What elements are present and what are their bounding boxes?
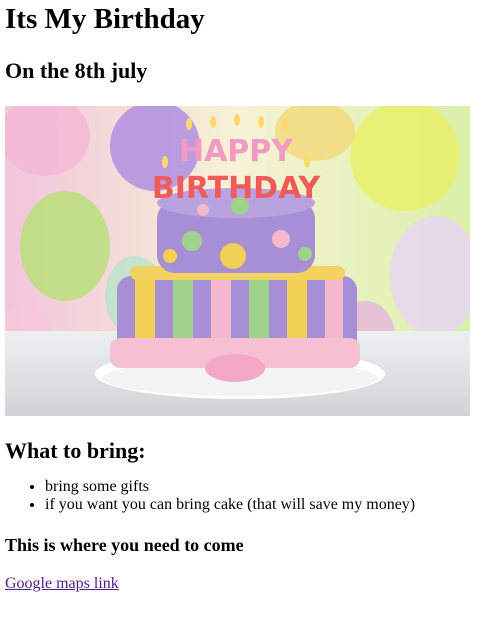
bring-list: bring some gifts if you want you can bri… [5,478,477,514]
cake-candle-text-happy: HAPPY [179,134,294,169]
google-maps-link[interactable]: Google maps link [5,575,119,593]
page-title: Its My Birthday [5,3,205,35]
list-item: bring some gifts [45,478,477,496]
date-subtitle: On the 8th july [5,58,148,83]
cake-candle-text-birthday: BIRTHDAY [152,171,322,206]
page-content: Its My Birthday On the 8th july HAPPY BI… [0,0,482,593]
birthday-cake-image: HAPPY BIRTHDAY [5,106,470,416]
what-to-bring-heading: What to bring: [5,438,146,463]
location-heading: This is where you need to come [5,535,244,555]
list-item: if you want you can bring cake (that wil… [45,496,477,514]
